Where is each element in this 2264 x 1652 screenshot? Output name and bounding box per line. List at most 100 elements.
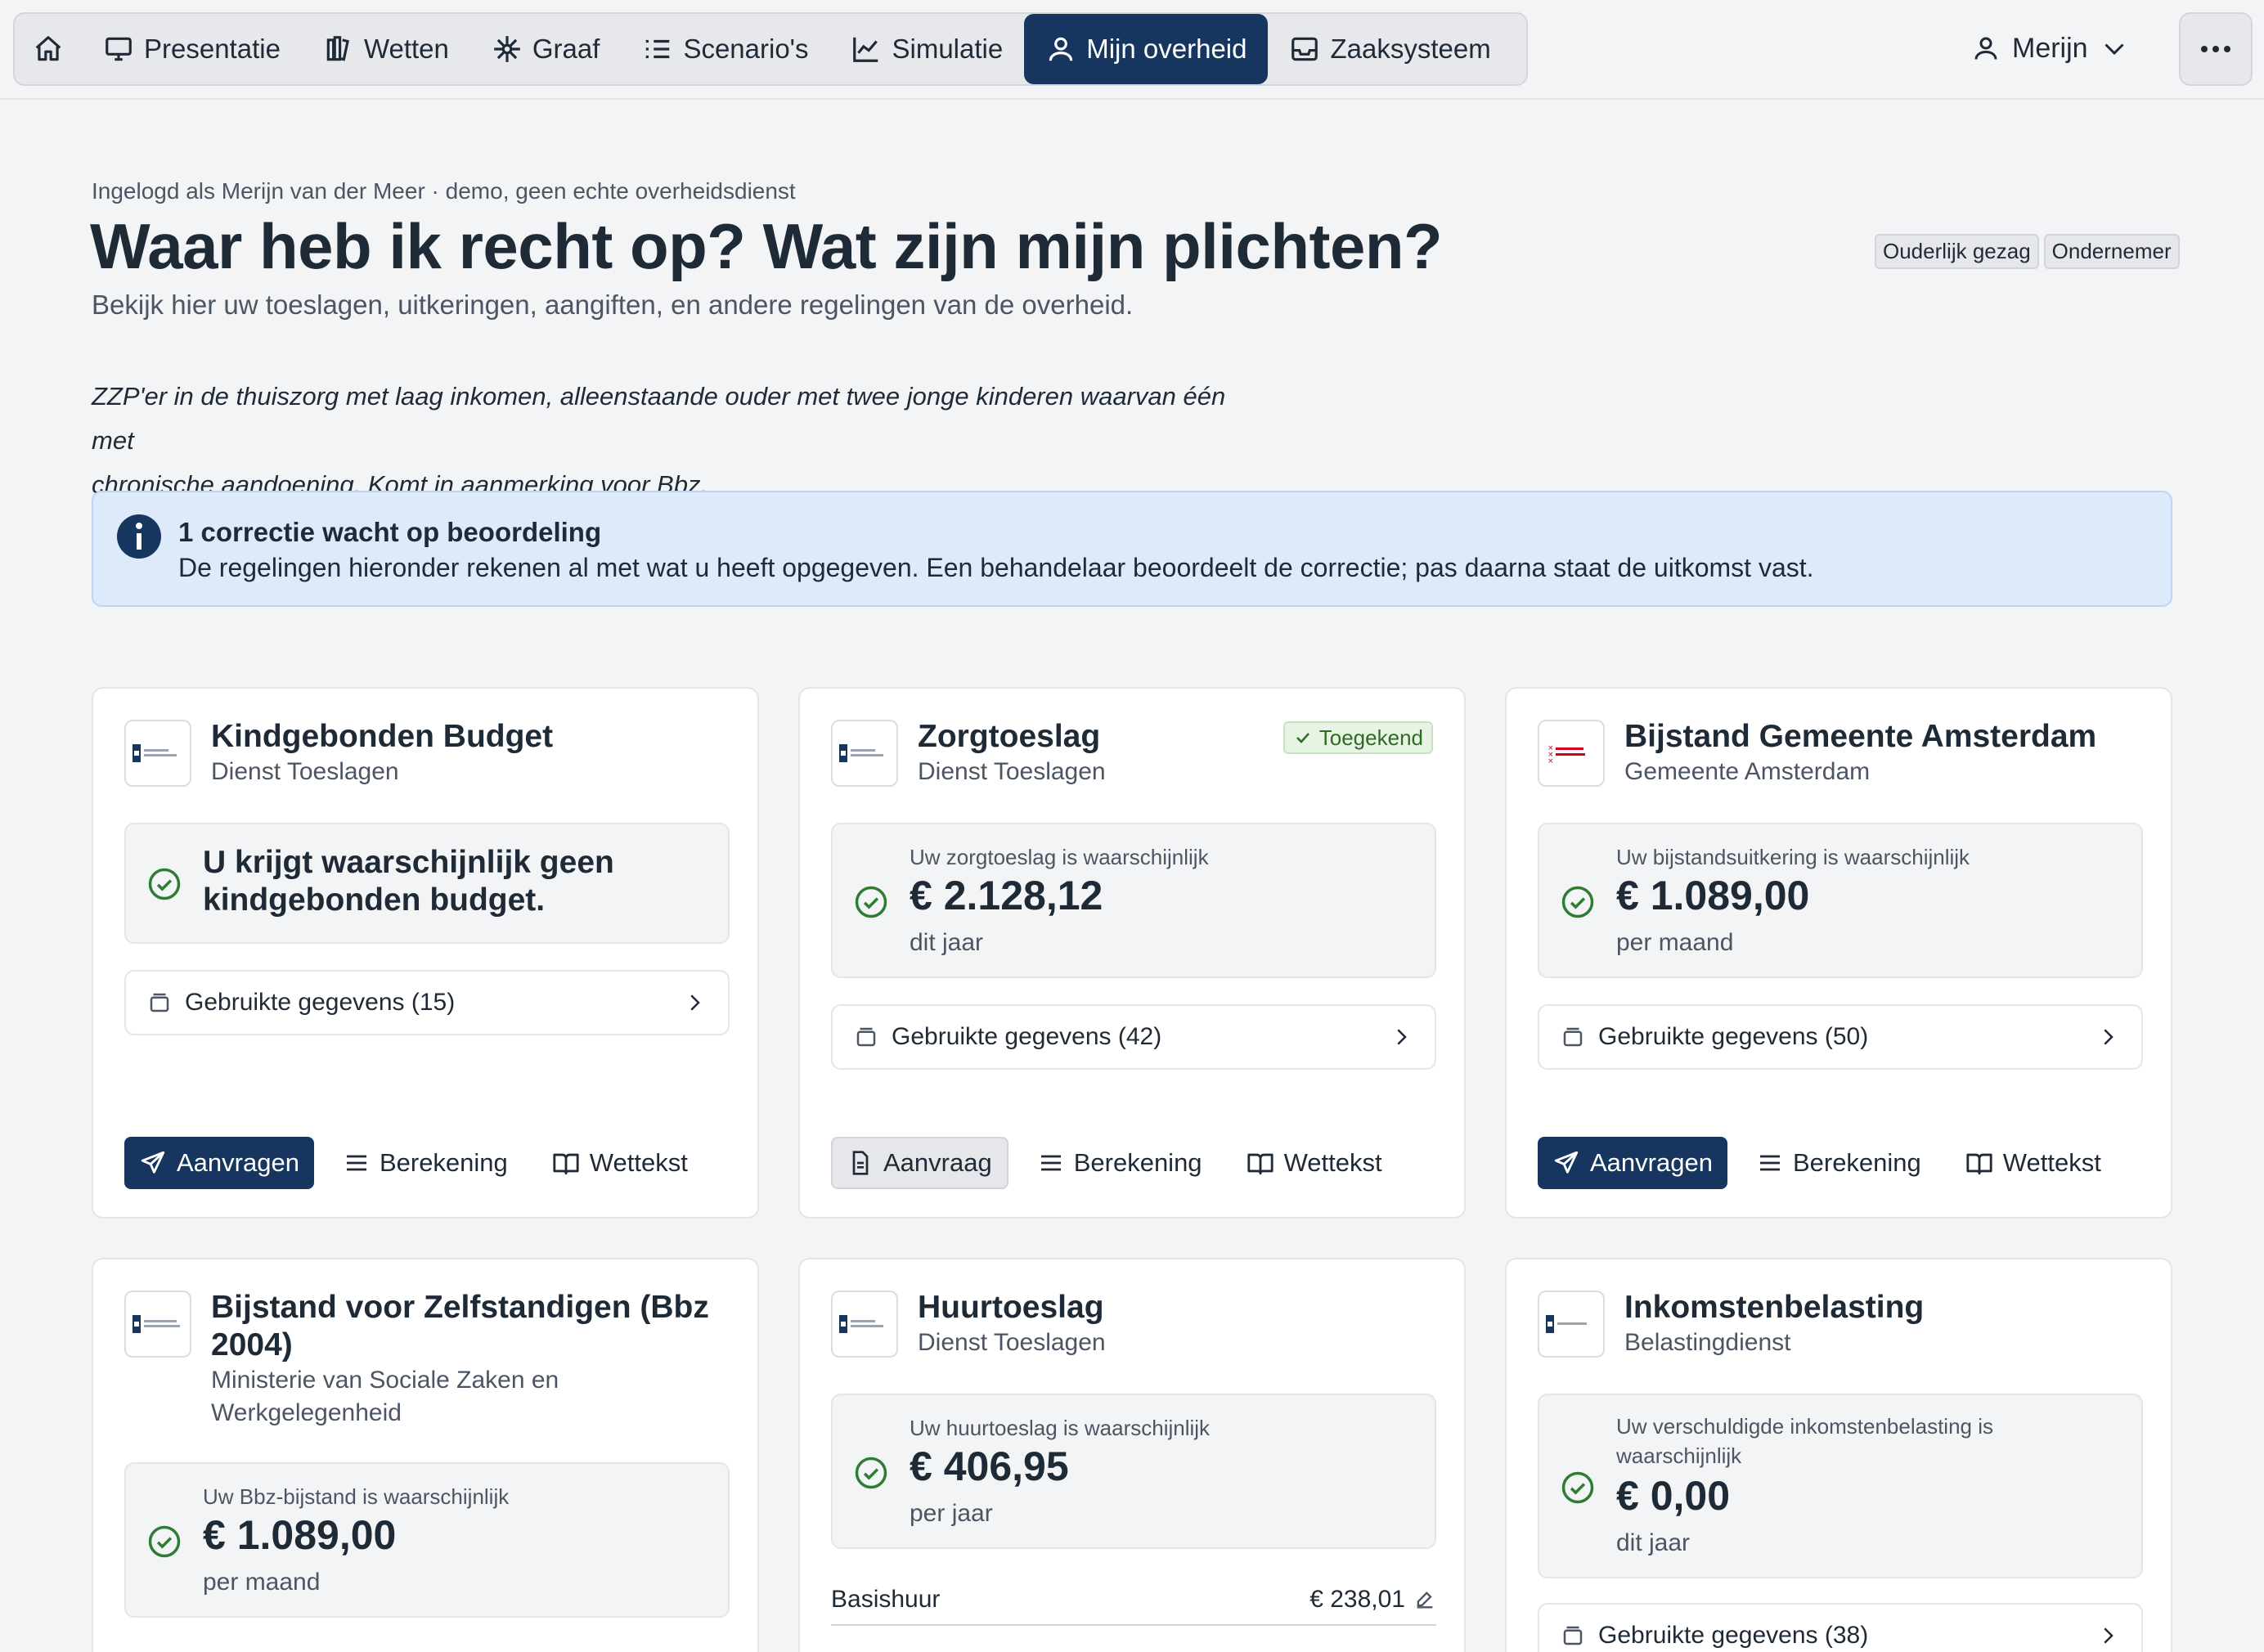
persona-description: ZZP'er in de thuiszorg met laag inkomen,…: [92, 375, 1253, 507]
card-inkomstenbelasting: Inkomstenbelasting Belastingdienst Uw ve…: [1505, 1258, 2172, 1652]
check-circle-icon: [148, 1525, 181, 1558]
calculation-button[interactable]: Berekening: [1008, 1137, 1217, 1189]
user-icon: [1974, 37, 1997, 60]
nav-presentatie[interactable]: Presentatie: [82, 14, 302, 84]
org-logo: [831, 720, 898, 787]
card-actions: Aanvraag Berekening Wettekst: [831, 1137, 1397, 1189]
org-logo: [124, 1291, 191, 1358]
used-data-button[interactable]: Gebruikte gegevens (42): [831, 1004, 1436, 1070]
rijksoverheid-logo-icon: [133, 744, 177, 762]
nav-zaaksysteem[interactable]: Zaaksysteem: [1268, 14, 1512, 84]
chevron-right-icon: [2104, 1627, 2114, 1644]
nav-wetten[interactable]: Wetten: [302, 14, 470, 84]
result-label: Uw bijstandsuitkering is waarschijnlijk: [1616, 845, 1970, 869]
rijksoverheid-logo-icon: [133, 1315, 180, 1333]
nav-simulatie[interactable]: Simulatie: [829, 14, 1024, 84]
send-icon: [1554, 1151, 1579, 1174]
card-organisation: Dienst Toeslagen: [211, 758, 399, 785]
chevron-down-icon: [2105, 43, 2124, 56]
law-text-label: Wettekst: [2002, 1148, 2101, 1177]
chevron-right-icon: [690, 994, 700, 1011]
result-period: per maand: [1616, 929, 1734, 956]
tag-ondernemer: Ondernemer: [2043, 234, 2180, 269]
result-amount: € 0,00: [1616, 1473, 1731, 1519]
nav-label: Simulatie: [892, 34, 1004, 64]
calculation-button[interactable]: Berekening: [1727, 1137, 1936, 1189]
result-label: Uw zorgtoeslag is waarschijnlijk: [910, 845, 1209, 869]
nav-scenarios[interactable]: Scenario's: [621, 14, 829, 84]
edit-icon[interactable]: [1413, 1588, 1436, 1611]
status-badge: Toegekend: [1282, 721, 1433, 754]
result-box: Uw huurtoeslag is waarschijnlijk € 406,9…: [831, 1394, 1436, 1549]
apply-label: Aanvragen: [177, 1148, 299, 1177]
menu-lines-icon: [1759, 1155, 1780, 1171]
card-actions: Aanvragen Berekening Wettekst: [124, 1137, 703, 1189]
check-circle-icon: [855, 1457, 887, 1489]
result-amount: € 406,95: [910, 1443, 1069, 1489]
org-logo: [1538, 1291, 1605, 1358]
used-data-button[interactable]: Gebruikte gegevens (50): [1538, 1004, 2143, 1070]
result-text: U krijgt waarschijnlijk geen kindgebonde…: [203, 845, 614, 918]
logged-in-text: Ingelogd als Merijn van der Meer · demo,…: [92, 178, 796, 204]
chevron-right-icon: [1397, 1029, 1407, 1045]
card-title: Bijstand voor Zelfstandigen (Bbz 2004): [211, 1290, 709, 1362]
page-title: Waar heb ik recht op? Wat zijn mijn plic…: [90, 210, 1443, 282]
more-options-button[interactable]: [2179, 12, 2253, 86]
law-text-button[interactable]: Wettekst: [1217, 1137, 1397, 1189]
nav-label: Graaf: [532, 34, 600, 64]
law-text-label: Wettekst: [589, 1148, 688, 1177]
basishuur-row: Basishuur € 238,01: [831, 1575, 1436, 1626]
nav-label: Scenario's: [683, 34, 809, 64]
books-icon: [326, 36, 349, 61]
document-icon: [852, 1151, 869, 1175]
nav-mijn-overheid[interactable]: Mijn overheid: [1024, 14, 1269, 84]
tag-ouderlijk-gezag: Ouderlijk gezag: [1875, 234, 2039, 269]
application-button[interactable]: Aanvraag: [831, 1137, 1008, 1189]
page-subtitle: Bekijk hier uw toeslagen, uitkeringen, a…: [92, 290, 1134, 320]
result-period: per jaar: [910, 1500, 993, 1527]
card-organisation: Gemeente Amsterdam: [1624, 758, 1871, 785]
result-period: dit jaar: [910, 929, 984, 956]
nav-label: Presentatie: [144, 34, 281, 64]
persona-line: ZZP'er in de thuiszorg met laag inkomen,…: [92, 382, 1226, 455]
law-text-label: Wettekst: [1283, 1148, 1382, 1177]
top-navigation: Presentatie Wetten Graaf Scenario's Simu…: [0, 0, 2264, 100]
menu-lines-icon: [1040, 1155, 1061, 1171]
home-icon: [35, 36, 61, 61]
nav-label: Wetten: [363, 34, 449, 64]
inbox-icon: [1291, 37, 1318, 61]
card-title: Huurtoeslag: [918, 1290, 1104, 1325]
profile-tags: Ouderlijk gezag Ondernemer: [1875, 234, 2180, 269]
calculation-label: Berekening: [379, 1148, 508, 1177]
org-logo: [124, 720, 191, 787]
nav-group: Presentatie Wetten Graaf Scenario's Simu…: [13, 12, 1528, 86]
used-data-label: Gebruikte gegevens (50): [1598, 1023, 1869, 1050]
apply-button[interactable]: Aanvragen: [1538, 1137, 1727, 1189]
book-open-icon: [553, 1153, 579, 1175]
org-logo: [831, 1291, 898, 1358]
database-icon: [1563, 1027, 1583, 1047]
apply-button[interactable]: Aanvragen: [124, 1137, 314, 1189]
rijksoverheid-logo-icon: [839, 744, 883, 762]
law-text-button[interactable]: Wettekst: [1936, 1137, 2116, 1189]
card-organisation: Belastingdienst: [1624, 1329, 1791, 1356]
result-label: Uw huurtoeslag is waarschijnlijk: [910, 1416, 1211, 1440]
svg-text:×: ×: [1548, 757, 1554, 765]
used-data-label: Gebruikte gegevens (15): [185, 989, 456, 1016]
database-icon: [150, 993, 169, 1012]
calculation-button[interactable]: Berekening: [314, 1137, 523, 1189]
nav-label: Mijn overheid: [1086, 34, 1247, 64]
card-zorgtoeslag: Zorgtoeslag Dienst Toeslagen Toegekend U…: [798, 687, 1466, 1219]
user-menu-button[interactable]: Merijn: [1971, 23, 2129, 74]
graph-icon: [494, 36, 520, 62]
result-period: dit jaar: [1616, 1529, 1691, 1556]
law-text-button[interactable]: Wettekst: [523, 1137, 703, 1189]
used-data-button[interactable]: Gebruikte gegevens (15): [124, 970, 730, 1035]
check-circle-icon: [1561, 1471, 1594, 1504]
card-organisation: Dienst Toeslagen: [918, 758, 1106, 785]
used-data-button[interactable]: Gebruikte gegevens (38): [1538, 1603, 2143, 1652]
basishuur-value: € 238,01: [1309, 1586, 1405, 1613]
user-name: Merijn: [2012, 32, 2088, 64]
nav-home[interactable]: [16, 14, 82, 84]
nav-graaf[interactable]: Graaf: [470, 14, 622, 84]
